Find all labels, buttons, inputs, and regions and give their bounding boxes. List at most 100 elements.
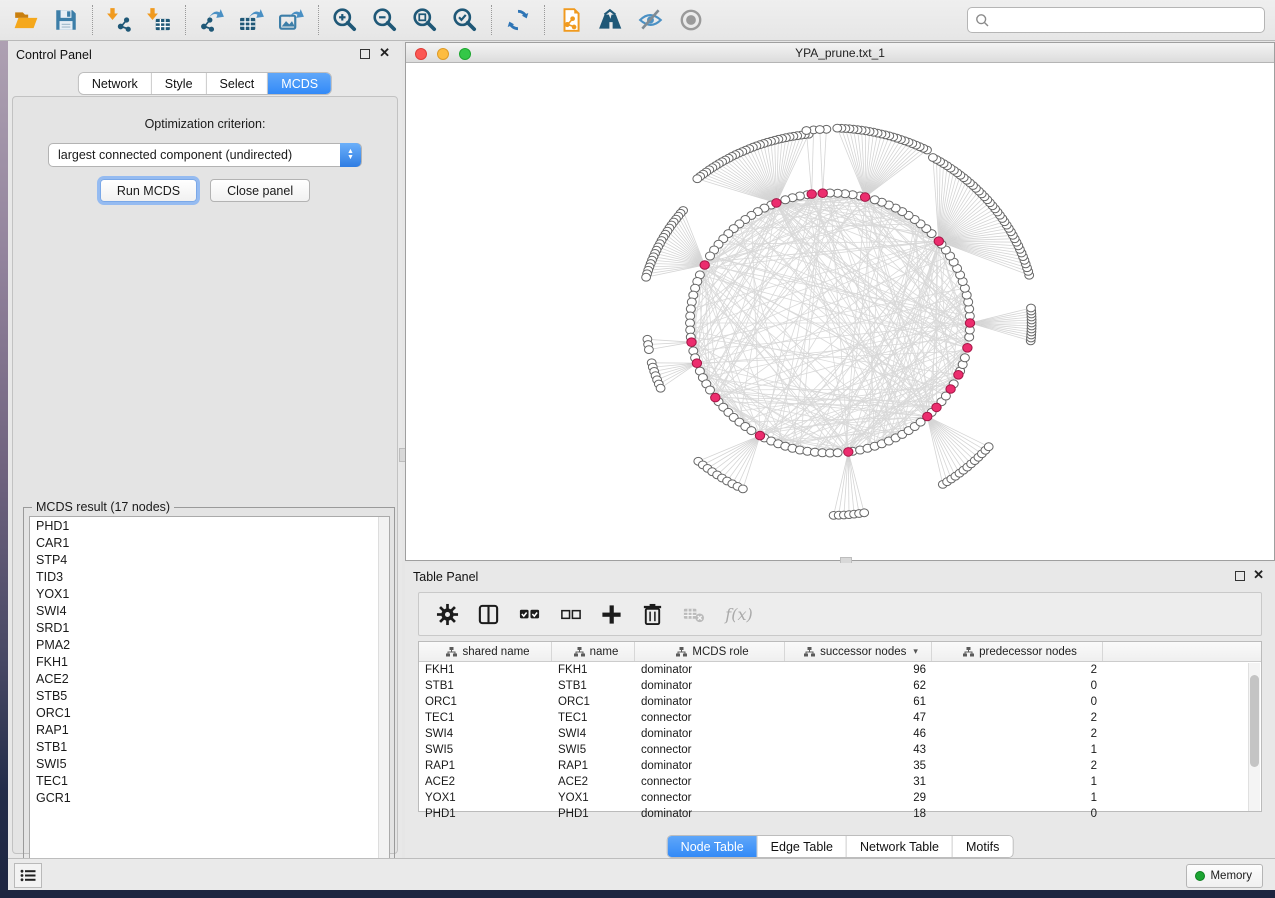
zoom-in-button[interactable] xyxy=(325,3,365,37)
cell-mcds_role: connector xyxy=(635,710,785,726)
search-box[interactable] xyxy=(967,7,1265,33)
delete-column-button[interactable] xyxy=(640,602,664,626)
cell-shared_name: PHD1 xyxy=(419,806,552,822)
add-column-button[interactable] xyxy=(599,602,623,626)
table-row[interactable]: SWI5SWI5connector431 xyxy=(419,742,1261,758)
node-table[interactable]: shared namenameMCDS rolesuccessor nodes▾… xyxy=(418,641,1262,812)
run-mcds-button[interactable]: Run MCDS xyxy=(100,179,197,202)
table-row[interactable]: RAP1RAP1dominator352 xyxy=(419,758,1261,774)
cell-name: FKH1 xyxy=(552,662,635,678)
maximize-traffic-light[interactable] xyxy=(459,48,471,60)
float-window-icon[interactable] xyxy=(360,49,370,59)
tab-network[interactable]: Network xyxy=(79,73,152,94)
show-all-icon xyxy=(678,7,704,33)
minimize-traffic-light[interactable] xyxy=(437,48,449,60)
import-table-button[interactable] xyxy=(139,3,179,37)
column-header-successor-nodes[interactable]: successor nodes▾ xyxy=(785,642,932,661)
table-panel: Table Panel ✕ f(x) shared namenameMCDS r… xyxy=(405,563,1275,858)
mcds-result-item[interactable]: CAR1 xyxy=(30,534,389,551)
search-icon xyxy=(975,13,990,28)
cell-predecessor_nodes: 1 xyxy=(932,774,1103,790)
deselect-all-button[interactable] xyxy=(558,602,582,626)
table-scrollbar[interactable] xyxy=(1248,663,1260,811)
tab-network-table[interactable]: Network Table xyxy=(847,836,953,857)
mcds-result-list[interactable]: PHD1CAR1STP4TID3YOX1SWI4SRD1PMA2FKH1ACE2… xyxy=(29,516,390,874)
tab-node-table[interactable]: Node Table xyxy=(668,836,758,857)
zoom-fit-button[interactable] xyxy=(405,3,445,37)
search-input[interactable] xyxy=(990,10,1264,30)
mcds-result-item[interactable]: STB1 xyxy=(30,738,389,755)
mcds-result-item[interactable]: PHD1 xyxy=(30,517,389,534)
console-button[interactable] xyxy=(14,863,42,888)
mcds-result-item[interactable]: PMA2 xyxy=(30,636,389,653)
save-session-button[interactable] xyxy=(46,3,86,37)
mcds-result-item[interactable]: SRD1 xyxy=(30,619,389,636)
mcds-result-item[interactable]: FKH1 xyxy=(30,653,389,670)
mcds-result-item[interactable]: TEC1 xyxy=(30,772,389,789)
export-image-icon xyxy=(279,7,305,33)
mcds-result-item[interactable]: RAP1 xyxy=(30,721,389,738)
column-header-name[interactable]: name xyxy=(552,642,635,661)
zoom-selected-button[interactable] xyxy=(445,3,485,37)
column-header-MCDS-role[interactable]: MCDS role xyxy=(635,642,785,661)
tab-motifs[interactable]: Motifs xyxy=(953,836,1012,857)
memory-button[interactable]: Memory xyxy=(1186,864,1263,888)
table-row[interactable]: YOX1YOX1connector291 xyxy=(419,790,1261,806)
close-panel-button[interactable]: Close panel xyxy=(210,179,310,202)
tab-style[interactable]: Style xyxy=(152,73,207,94)
mcds-list-scrollbar[interactable] xyxy=(378,517,389,873)
cell-successor_nodes: 35 xyxy=(785,758,932,774)
hide-selected-icon xyxy=(638,7,664,33)
first-neighbors-button[interactable] xyxy=(591,3,631,37)
cell-shared_name: YOX1 xyxy=(419,790,552,806)
mcds-result-item[interactable]: STP4 xyxy=(30,551,389,568)
table-row[interactable]: SWI4SWI4dominator462 xyxy=(419,726,1261,742)
mcds-result-item[interactable]: ACE2 xyxy=(30,670,389,687)
tab-edge-table[interactable]: Edge Table xyxy=(758,836,847,857)
close-panel-icon[interactable]: ✕ xyxy=(1253,568,1264,582)
import-network-button[interactable] xyxy=(99,3,139,37)
network-canvas[interactable] xyxy=(406,63,1274,560)
export-table-button[interactable] xyxy=(232,3,272,37)
close-traffic-light[interactable] xyxy=(415,48,427,60)
table-row[interactable]: ORC1ORC1dominator610 xyxy=(419,694,1261,710)
mcds-result-item[interactable]: TID3 xyxy=(30,568,389,585)
select-all-button[interactable] xyxy=(517,602,541,626)
table-scrollbar-thumb[interactable] xyxy=(1250,675,1259,767)
float-window-icon[interactable] xyxy=(1235,571,1245,581)
mcds-result-item[interactable]: STB5 xyxy=(30,687,389,704)
hide-selected-button[interactable] xyxy=(631,3,671,37)
network-window-titlebar[interactable]: YPA_prune.txt_1 xyxy=(406,43,1274,63)
mcds-result-item[interactable]: ORC1 xyxy=(30,704,389,721)
table-row[interactable]: TEC1TEC1connector472 xyxy=(419,710,1261,726)
tab-select[interactable]: Select xyxy=(207,73,269,94)
mcds-result-item[interactable]: YOX1 xyxy=(30,585,389,602)
mcds-result-item[interactable]: GCR1 xyxy=(30,789,389,806)
network-file-button[interactable] xyxy=(551,3,591,37)
cell-mcds_role: dominator xyxy=(635,694,785,710)
table-row[interactable]: PHD1PHD1dominator180 xyxy=(419,806,1261,822)
mcds-result-item[interactable]: SWI5 xyxy=(30,755,389,772)
column-header-shared-name[interactable]: shared name xyxy=(419,642,552,661)
tab-mcds[interactable]: MCDS xyxy=(268,73,331,94)
delete-table-button[interactable] xyxy=(681,602,705,626)
table-row[interactable]: STB1STB1dominator620 xyxy=(419,678,1261,694)
column-view-button[interactable] xyxy=(476,602,500,626)
toolbar-separator xyxy=(544,5,545,35)
gear-button[interactable] xyxy=(435,602,459,626)
table-row[interactable]: FKH1FKH1dominator962 xyxy=(419,662,1261,678)
network-graph[interactable] xyxy=(406,63,1274,560)
table-row[interactable]: ACE2ACE2connector311 xyxy=(419,774,1261,790)
zoom-out-button[interactable] xyxy=(365,3,405,37)
column-header-predecessor-nodes[interactable]: predecessor nodes xyxy=(932,642,1103,661)
optimization-criterion-dropdown[interactable]: largest connected component (undirected)… xyxy=(48,143,362,167)
export-image-button[interactable] xyxy=(272,3,312,37)
refresh-button[interactable] xyxy=(498,3,538,37)
mcds-result-item[interactable]: SWI4 xyxy=(30,602,389,619)
close-panel-icon[interactable]: ✕ xyxy=(379,46,390,60)
open-file-button[interactable] xyxy=(6,3,46,37)
show-all-button[interactable] xyxy=(671,3,711,37)
cell-mcds_role: connector xyxy=(635,774,785,790)
function-builder-button[interactable]: f(x) xyxy=(722,602,756,626)
export-network-button[interactable] xyxy=(192,3,232,37)
